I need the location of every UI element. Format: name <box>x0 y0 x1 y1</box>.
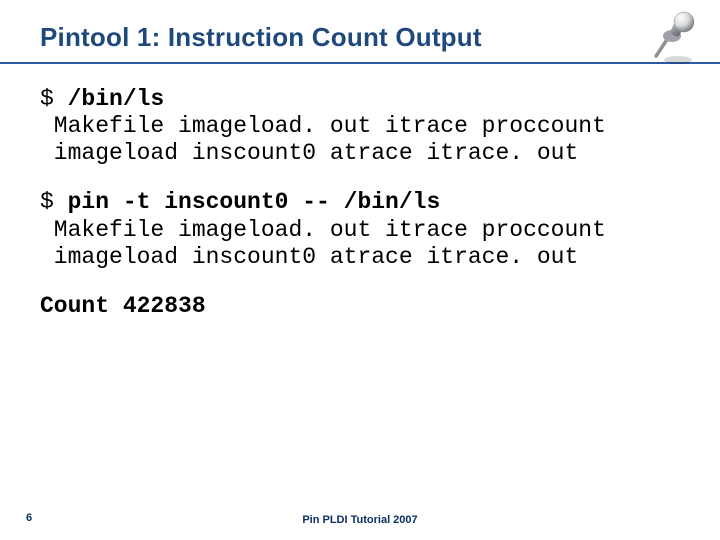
terminal-block-1: $ /bin/ls Makefile imageload. out itrace… <box>40 86 680 167</box>
terminal-block-2: $ pin -t inscount0 -- /bin/ls Makefile i… <box>40 189 680 270</box>
command-1: /bin/ls <box>68 86 165 112</box>
count-output: Count 422838 <box>40 293 680 320</box>
footer-text: Pin PLDI Tutorial 2007 <box>0 514 720 526</box>
content-area: $ /bin/ls Makefile imageload. out itrace… <box>40 86 680 320</box>
output-1-line-1: Makefile imageload. out itrace proccount <box>40 113 606 139</box>
slide: Pintool 1: Instruction Count Output <box>0 0 720 540</box>
output-2-line-2: imageload inscount0 atrace itrace. out <box>40 244 578 270</box>
command-2: pin -t inscount0 -- /bin/ls <box>68 189 441 215</box>
prompt-2: $ <box>40 189 68 215</box>
title-underline <box>0 62 720 64</box>
page-title: Pintool 1: Instruction Count Output <box>40 22 482 53</box>
prompt-1: $ <box>40 86 68 112</box>
pushpin-icon <box>648 10 704 66</box>
output-1-line-2: imageload inscount0 atrace itrace. out <box>40 140 578 166</box>
output-2-line-1: Makefile imageload. out itrace proccount <box>40 217 606 243</box>
